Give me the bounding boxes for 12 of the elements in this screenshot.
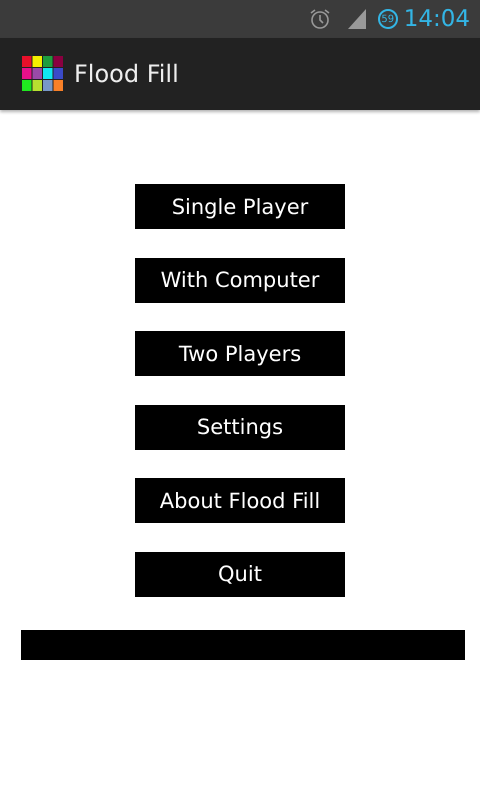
app-logo-icon <box>22 56 64 92</box>
menu-button[interactable]: Settings <box>135 404 345 450</box>
signal-icon <box>346 7 368 31</box>
clock-time: 14:04 <box>404 6 470 32</box>
menu-button[interactable]: Single Player <box>135 184 345 229</box>
app-title: Flood Fill <box>74 60 179 88</box>
menu-button[interactable]: Quit <box>135 552 345 596</box>
menu-button[interactable]: About Flood Fill <box>135 478 345 523</box>
battery-level: 59 <box>378 9 398 29</box>
menu-button[interactable]: With Computer <box>135 258 345 302</box>
menu-button[interactable]: Two Players <box>135 331 345 376</box>
alarm-clock-icon <box>308 7 332 31</box>
